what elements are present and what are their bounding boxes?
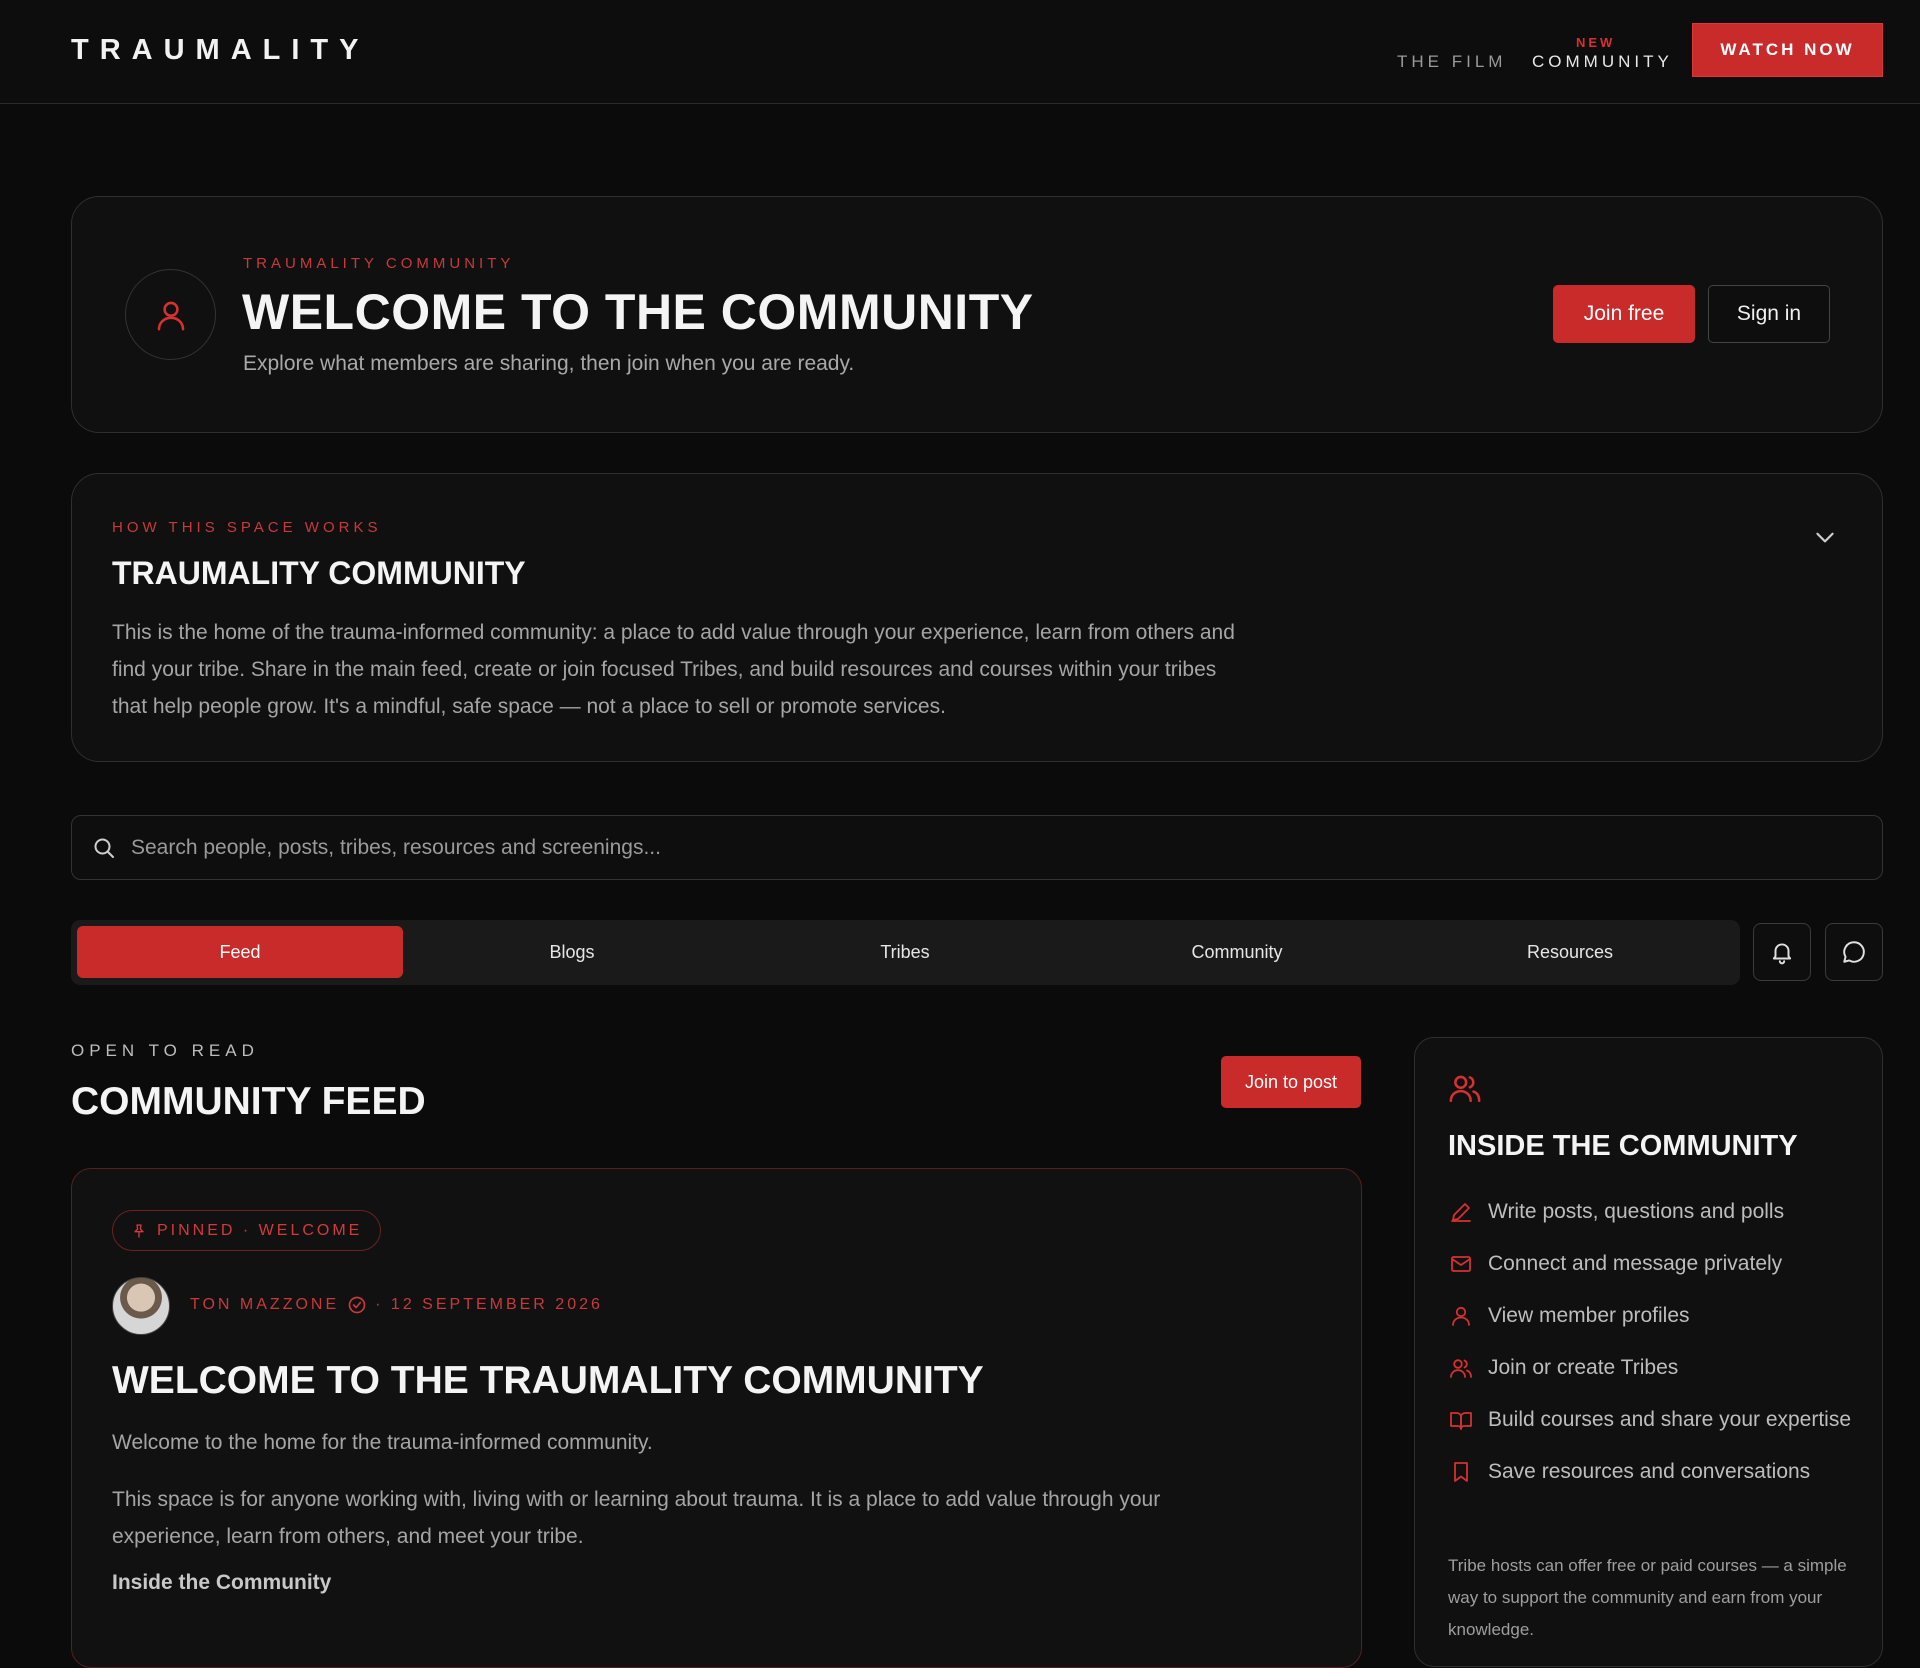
panel-title: INSIDE THE COMMUNITY [1448,1130,1798,1162]
post-paragraph: This space is for anyone working with, l… [112,1488,1161,1548]
pinned-post-card[interactable]: PINNED · WELCOME TON MAZZONE · 12 SEPTEM… [71,1168,1362,1668]
new-badge: NEW [1576,35,1616,50]
list-item-label: View member profiles [1488,1304,1690,1327]
search-bar [71,815,1883,880]
messages-button[interactable] [1825,923,1883,981]
list-item: Build courses and share your expertise [1448,1404,1858,1436]
list-item: Write posts, questions and polls [1448,1196,1858,1228]
join-to-post-button[interactable]: Join to post [1221,1056,1361,1108]
list-item: View member profiles [1448,1300,1858,1332]
post-meta: TON MAZZONE · 12 SEPTEMBER 2026 [190,1295,603,1315]
search-input[interactable] [131,816,1831,879]
tab-community[interactable]: Community [1074,926,1400,978]
search-icon [94,838,114,858]
list-item-label: Write posts, questions and polls [1488,1200,1785,1223]
post-title: WELCOME TO THE TRAUMALITY COMMUNITY [112,1359,984,1402]
post-subheading: Inside the Community [112,1571,332,1594]
author-name[interactable]: TON MAZZONE [190,1296,339,1314]
pinned-badge-label: PINNED · WELCOME [157,1221,363,1239]
post-paragraph: Welcome to the home for the trauma-infor… [112,1431,653,1454]
how-eyebrow: HOW THIS SPACE WORKS [112,519,382,536]
users-icon [1450,1359,1472,1378]
inside-community-panel: INSIDE THE COMMUNITY Write posts, questi… [1414,1037,1883,1667]
feed-eyebrow: OPEN TO READ [71,1041,259,1060]
pinned-badge: PINNED · WELCOME [112,1210,382,1251]
feed-title: COMMUNITY FEED [71,1080,426,1123]
avatar [125,269,216,360]
users-icon [1449,1075,1481,1103]
nav-link-community[interactable]: COMMUNITY [1532,52,1673,72]
join-free-button[interactable]: Join free [1553,285,1695,343]
how-body: This is the home of the trauma-informed … [112,621,1235,718]
how-it-works-card[interactable]: HOW THIS SPACE WORKS TRAUMALITY COMMUNIT… [71,473,1883,762]
list-item: Join or create Tribes [1448,1352,1858,1384]
tab-feed[interactable]: Feed [77,926,403,978]
how-title: TRAUMALITY COMMUNITY [112,555,526,591]
tab-bar: Feed Blogs Tribes Community Resources [71,920,1740,985]
list-item: Save resources and conversations [1448,1456,1858,1488]
book-icon [1450,1412,1472,1430]
user-icon [1452,1306,1470,1326]
welcome-eyebrow: TRAUMALITY COMMUNITY [243,255,515,272]
welcome-subtitle: Explore what members are sharing, then j… [243,352,855,375]
list-item: Connect and message privately [1448,1248,1858,1280]
list-item-label: Connect and message privately [1488,1252,1783,1275]
pin-icon [134,1223,144,1238]
tab-blogs[interactable]: Blogs [409,926,735,978]
chevron-down-icon[interactable] [1812,524,1838,550]
notifications-button[interactable] [1753,923,1811,981]
chat-bubble-icon [1843,941,1865,963]
user-icon [157,301,184,330]
verified-check-icon [348,1296,366,1314]
post-date: · 12 SEPTEMBER 2026 [375,1296,603,1313]
bell-icon [1772,943,1792,965]
tab-tribes[interactable]: Tribes [742,926,1068,978]
list-item-label: Save resources and conversations [1488,1460,1811,1483]
bookmark-icon [1454,1462,1468,1482]
top-nav-bar: TRAUMALITY THE FILM NEW COMMUNITY WATCH … [0,0,1920,104]
tab-resources[interactable]: Resources [1407,926,1733,978]
watch-now-button[interactable]: WATCH NOW [1692,23,1883,77]
list-item-label: Build courses and share your expertise [1488,1408,1852,1431]
mail-icon [1451,1256,1471,1272]
page-title: WELCOME TO THE COMMUNITY [242,284,1034,340]
sign-in-button[interactable]: Sign in [1708,285,1830,343]
feature-list: Write posts, questions and polls Connect… [1448,1196,1858,1508]
author-avatar[interactable] [112,1277,170,1335]
panel-note: Tribe hosts can offer free or paid cours… [1448,1556,1847,1639]
nav-link-the-film[interactable]: THE FILM [1397,52,1506,72]
pencil-icon [1451,1203,1471,1222]
site-logo[interactable]: TRAUMALITY [71,34,369,67]
welcome-card: TRAUMALITY COMMUNITY WELCOME TO THE COMM… [71,196,1883,433]
list-item-label: Join or create Tribes [1488,1356,1679,1379]
